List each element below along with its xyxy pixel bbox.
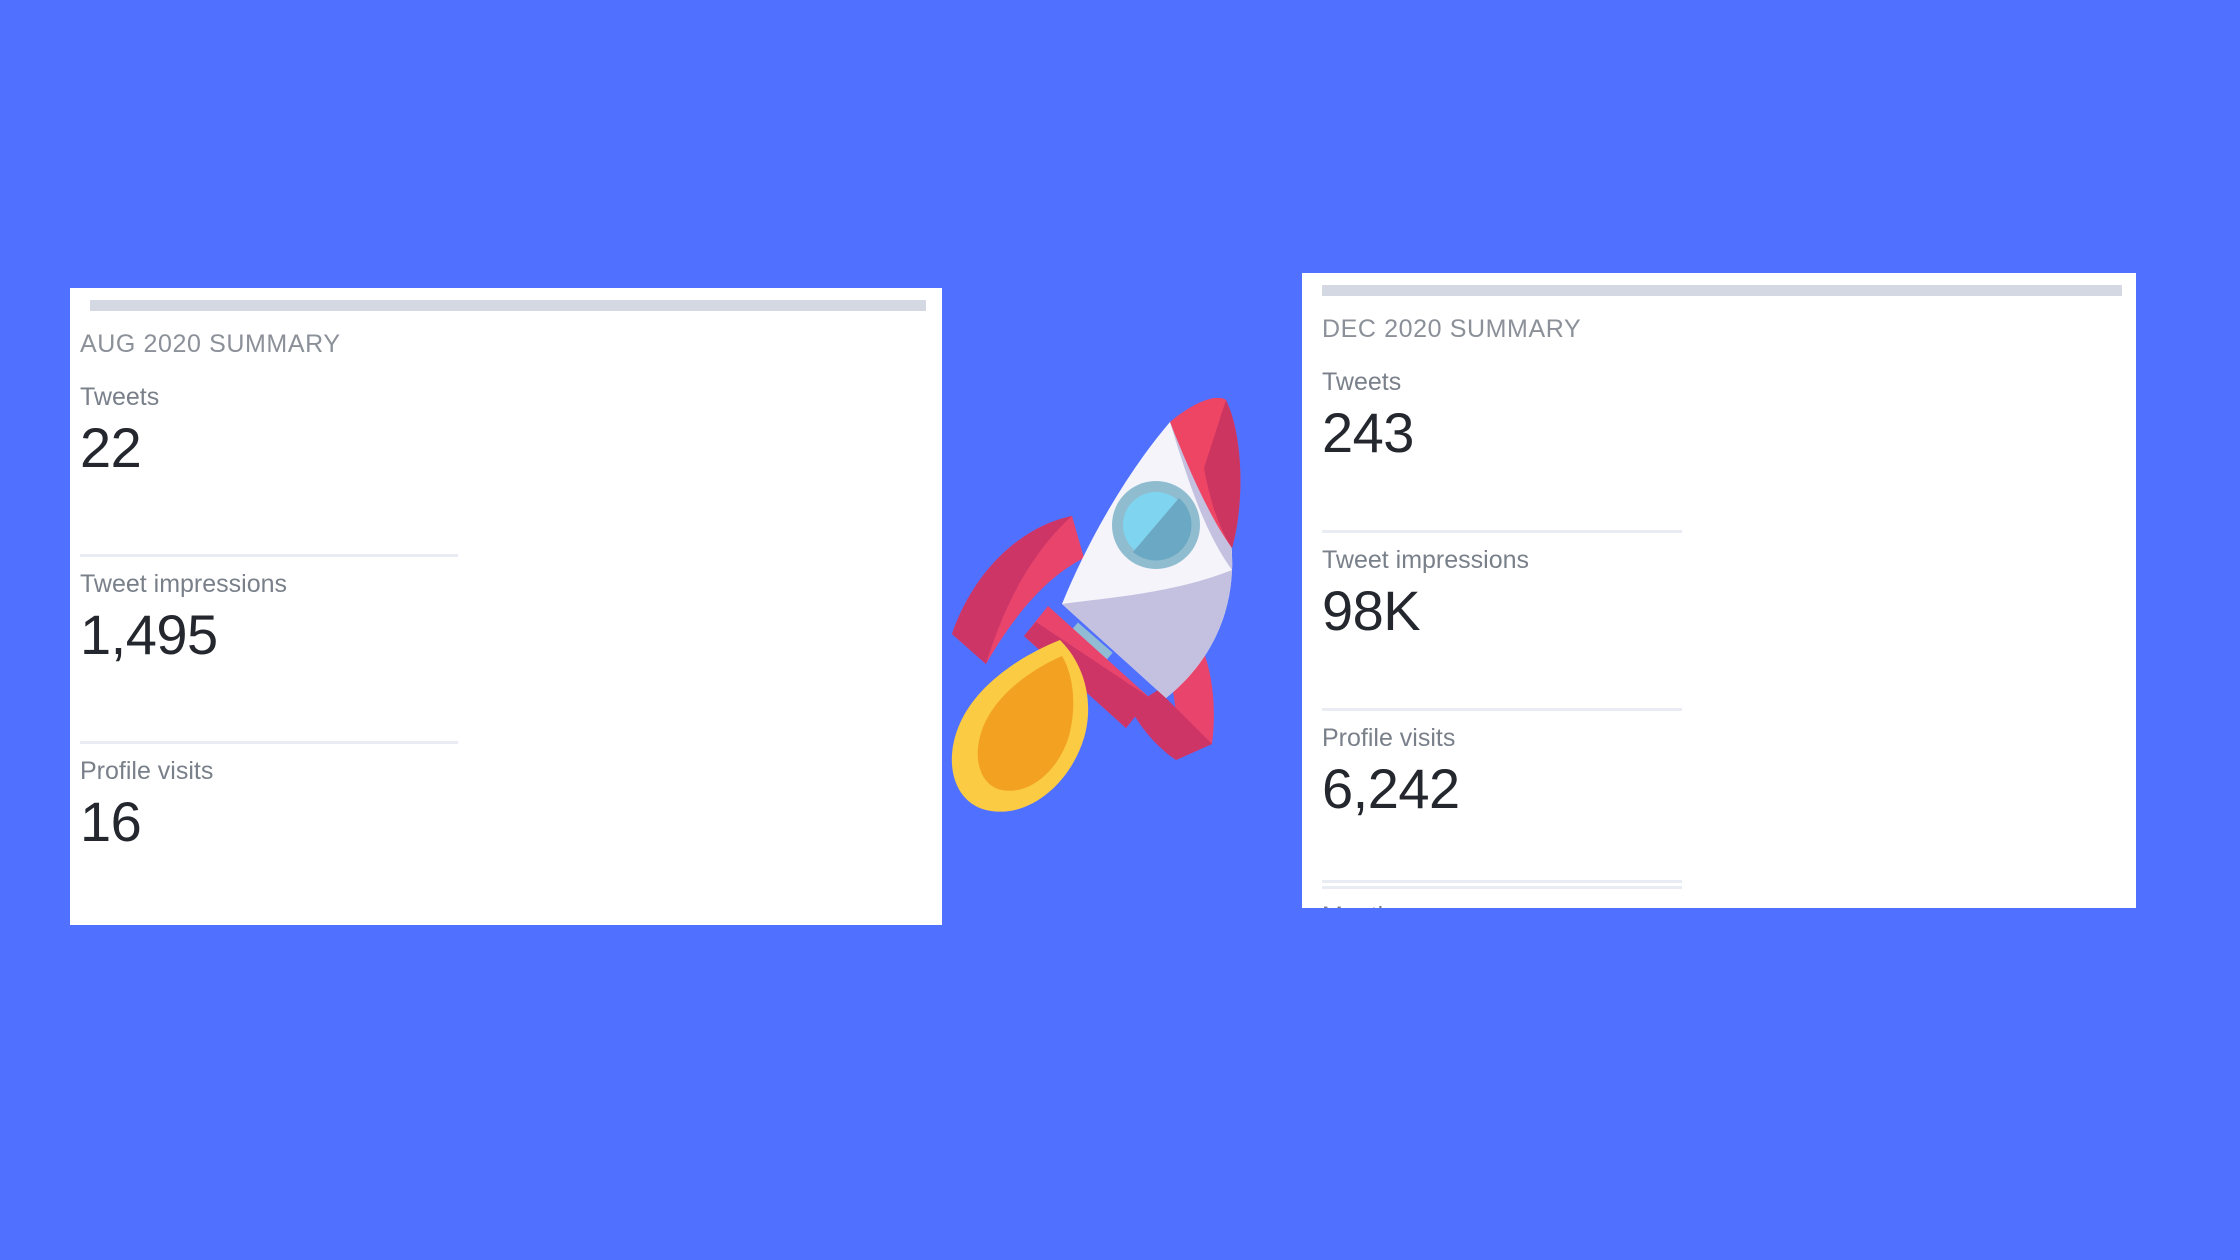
metric-value: 16 [80,789,142,853]
metric-label: Tweets [1322,368,1402,396]
metric-label: Tweet impressions [1322,546,1530,574]
metric-mentions: Mentions 222 [1322,889,1684,908]
summary-card-aug: AUG 2020 SUMMARY Tweets 22 Tweet impress… [70,288,942,925]
metric-profile-visits: Profile visits 6,242 [1322,711,1684,889]
metric-tweet-impressions: Tweet impressions 98K [1322,533,1684,711]
metric-label: Tweets [80,383,160,411]
metric-value: 6,242 [1322,756,1460,820]
card-header-bar [1322,285,2122,296]
metric-value: 98K [1322,578,1421,642]
metric-label: Tweet impressions [80,570,288,598]
metric-value: 22 [80,415,142,479]
metric-value: 243 [1322,400,1414,464]
card-title-aug: AUG 2020 SUMMARY [80,330,341,358]
metric-profile-visits: Profile visits 16 [80,744,460,925]
metric-divider-trailing [1322,880,1682,883]
metric-label: Mentions [1322,902,1684,908]
card-header-bar [90,300,926,311]
metrics-grid-dec: Tweets 243 Tweet impressions 98K Profile… [1322,355,2136,908]
summary-card-dec: DEC 2020 SUMMARY Tweets 243 Tweet impres… [1302,273,2136,908]
rocket-illustration [944,398,1264,828]
card-title-dec: DEC 2020 SUMMARY [1322,315,1582,343]
metric-label: Profile visits [1322,724,1456,752]
metric-tweet-impressions: Tweet impressions 1,495 [80,557,460,744]
metrics-grid-aug: Tweets 22 Tweet impressions 1,495 Profil… [80,370,942,925]
metric-label: Profile visits [80,757,214,785]
metric-tweets: Tweets 243 [1322,355,1684,533]
metric-tweets: Tweets 22 [80,370,460,557]
screenshot-canvas: AUG 2020 SUMMARY Tweets 22 Tweet impress… [0,0,2240,1260]
metric-value: 1,495 [80,602,218,666]
